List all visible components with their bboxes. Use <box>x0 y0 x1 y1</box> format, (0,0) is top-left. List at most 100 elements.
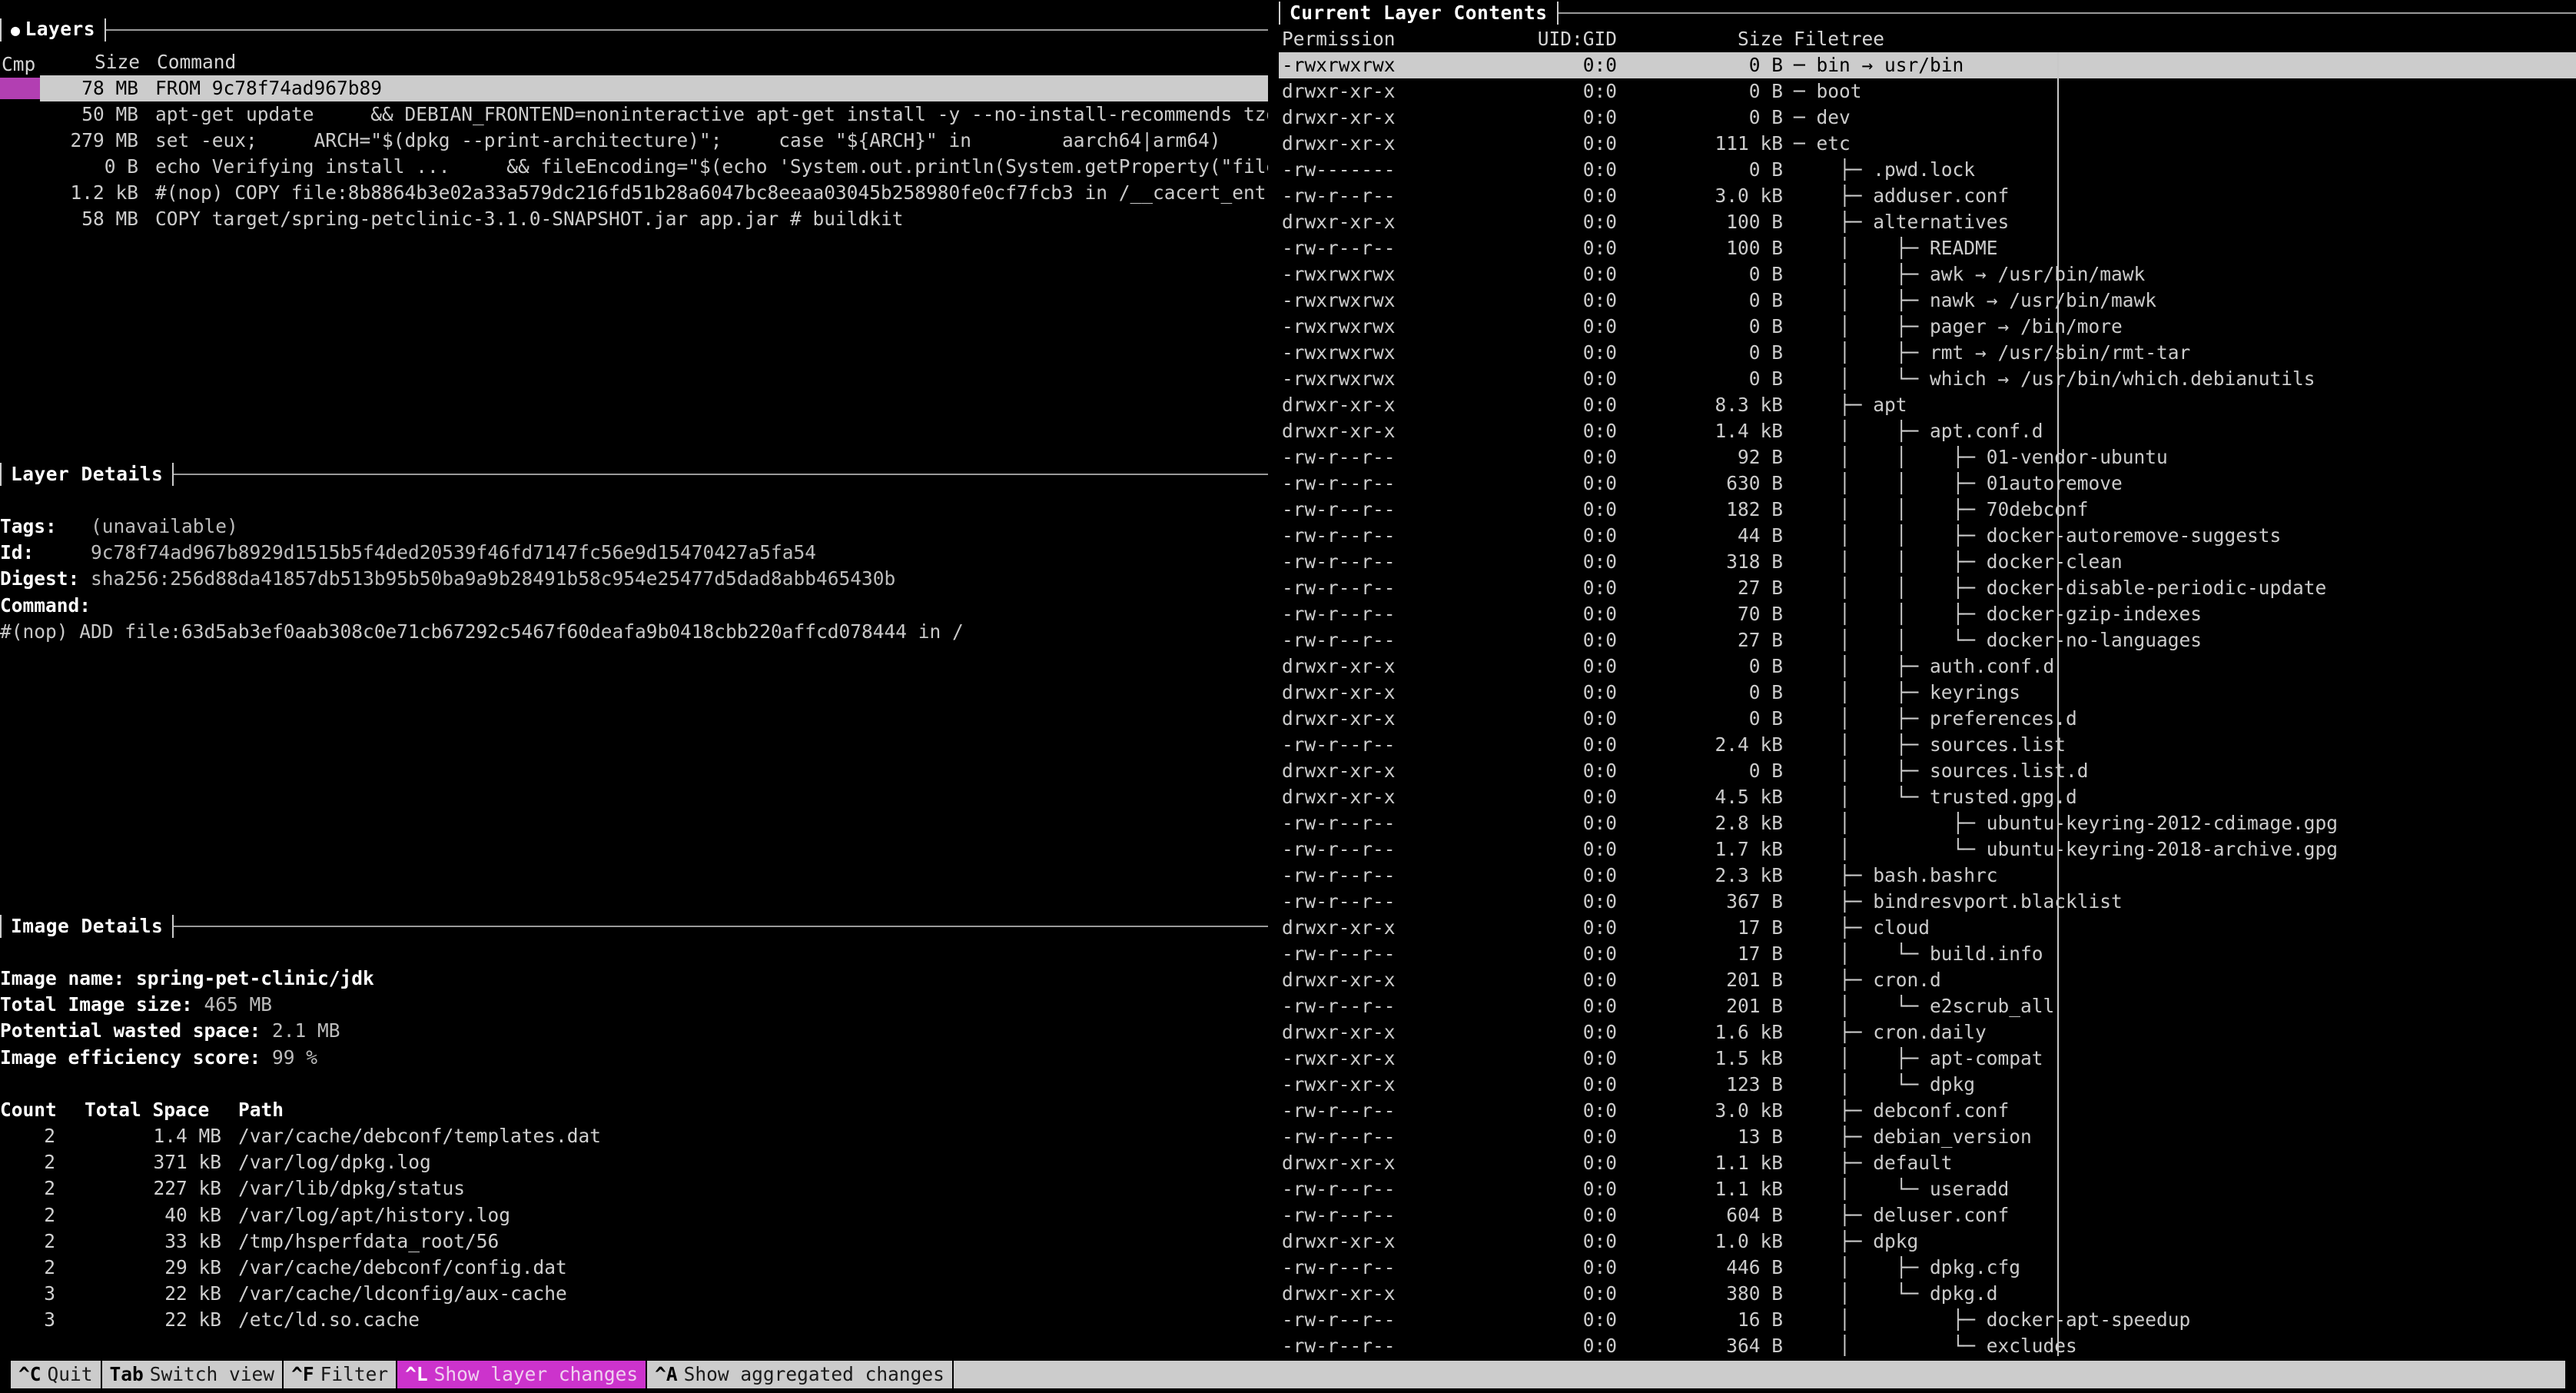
file-tree-entry: ├─ bindresvport.blacklist <box>1794 889 2123 913</box>
footer-key-filter[interactable]: ^F Filter <box>284 1361 397 1388</box>
filetree-row[interactable]: -rwxrwxrwx 0:0 0 B ─ bin → usr/bin <box>1279 52 2576 79</box>
footer-key-quit[interactable]: ^C Quit <box>11 1361 101 1388</box>
waste-path: /var/lib/dpkg/status <box>238 1177 466 1200</box>
file-uid-gid: 0:0 <box>1582 863 1617 886</box>
filetree-panel-header: Current Layer Contents <box>1279 0 2576 26</box>
layer-row[interactable]: 58 MB COPY target/spring-petclinic-3.1.0-… <box>0 206 1268 232</box>
filetree-row[interactable]: -rw-r--r-- 0:0 182 B │ │ ├─ 70debconf <box>1279 497 2576 523</box>
file-permission: -rw-r--r-- <box>1282 184 1396 207</box>
file-tree-entry: │ │ ├─ 70debconf <box>1794 497 2089 520</box>
layers-list[interactable]: 78 MB FROM 9c78f74ad967b89 50 MB apt-get up… <box>0 75 1268 232</box>
filetree-row[interactable]: -rwxrwxrwx 0:0 0 B │ ├─ awk → /usr/bin/maw… <box>1279 261 2576 288</box>
layer-details-header: Layer Details <box>0 461 1268 487</box>
footer-key-show-aggregated-changes[interactable]: ^A Show aggregated changes <box>647 1361 952 1388</box>
filetree-row[interactable]: drwxr-xr-x 0:0 17 B ├─ cloud <box>1279 915 2576 941</box>
filetree-row[interactable]: -rw-r--r-- 0:0 27 B │ │ ├─ docker-disable-… <box>1279 575 2576 601</box>
filetree-row[interactable]: -rw-r--r-- 0:0 44 B │ │ ├─ docker-autoremo… <box>1279 523 2576 549</box>
file-uid-gid: 0:0 <box>1582 367 1617 390</box>
file-tree-entry: │ └─ excludes <box>1794 1334 2077 1357</box>
footer-key-chord: ^L <box>405 1362 428 1385</box>
file-tree-entry: ├─ deluser.conf <box>1794 1203 2010 1226</box>
filetree-row[interactable]: drwxr-xr-x 0:0 111 kB ─ etc <box>1279 131 2576 157</box>
file-uid-gid: 0:0 <box>1582 524 1617 547</box>
file-tree-entry: │ ├─ keyrings <box>1794 680 2021 703</box>
file-uid-gid: 0:0 <box>1582 1099 1617 1122</box>
filetree-row[interactable]: -rw-r--r-- 0:0 364 B │ └─ excludes <box>1279 1333 2576 1359</box>
filetree-row[interactable]: -rwxrwxrwx 0:0 0 B │ ├─ pager → /bin/more <box>1279 314 2576 340</box>
file-size: 0 B <box>1748 288 1783 311</box>
filetree-row[interactable]: drwxr-xr-x 0:0 380 B │ └─ dpkg.d <box>1279 1281 2576 1307</box>
waste-total-space: 40 kB <box>164 1203 221 1226</box>
file-permission: drwxr-xr-x <box>1282 916 1396 939</box>
filetree-row[interactable]: -rw-r--r-- 0:0 1.1 kB │ └─ useradd <box>1279 1176 2576 1202</box>
filetree-row[interactable]: -rw-r--r-- 0:0 630 B │ │ ├─ 01autoremove <box>1279 470 2576 497</box>
filetree-row[interactable]: -rwxr-xr-x 0:0 1.5 kB │ ├─ apt-compat <box>1279 1046 2576 1072</box>
filetree-row[interactable]: drwxr-xr-x 0:0 0 B │ ├─ auth.conf.d <box>1279 653 2576 680</box>
filetree-row[interactable]: -rw-r--r-- 0:0 92 B │ │ ├─ 01-vendor-ubunt… <box>1279 444 2576 470</box>
layer-size: 78 MB <box>40 75 155 102</box>
layer-row[interactable]: 279 MB set -eux; ARCH="$(dpkg --print-arc… <box>0 128 1268 154</box>
layer-row[interactable]: 0 B echo Verifying install ... && fileEnc… <box>0 154 1268 180</box>
layers-col-cmp: Cmp <box>2 53 36 75</box>
filetree-row[interactable]: -rw-r--r-- 0:0 1.7 kB │ └─ ubuntu-keyring-… <box>1279 836 2576 863</box>
filetree-row[interactable]: -rw-r--r-- 0:0 2.3 kB ├─ bash.bashrc <box>1279 863 2576 889</box>
filetree-row[interactable]: -rw-r--r-- 0:0 100 B │ ├─ README <box>1279 235 2576 261</box>
filetree-row[interactable]: -rwxrwxrwx 0:0 0 B │ ├─ rmt → /usr/sbin/rm… <box>1279 340 2576 366</box>
filetree-row[interactable]: -rw-r--r-- 0:0 318 B │ │ ├─ docker-clean <box>1279 549 2576 575</box>
layer-command: echo Verifying install ... && fileEncodi… <box>155 155 1268 178</box>
filetree-row[interactable]: drwxr-xr-x 0:0 0 B ─ dev <box>1279 105 2576 131</box>
filetree-row[interactable]: -rw-r--r-- 0:0 16 B │ ├─ docker-apt-speedu… <box>1279 1307 2576 1333</box>
image-efficiency-value: 99 % <box>272 1046 318 1069</box>
filetree-row[interactable]: drwxr-xr-x 0:0 201 B ├─ cron.d <box>1279 967 2576 993</box>
layer-row[interactable]: 1.2 kB #(nop) COPY file:8b8864b3e02a33a57… <box>0 180 1268 206</box>
filetree-row[interactable]: drwxr-xr-x 0:0 4.5 kB │ └─ trusted.gpg.d <box>1279 784 2576 810</box>
layer-row[interactable]: 78 MB FROM 9c78f74ad967b89 <box>0 75 1268 102</box>
filetree-row[interactable]: -rw-r--r-- 0:0 201 B │ └─ e2scrub_all <box>1279 993 2576 1019</box>
filetree-row[interactable]: -rw-r--r-- 0:0 13 B ├─ debian_version <box>1279 1124 2576 1150</box>
filetree-row[interactable]: -rw-r--r-- 0:0 367 B ├─ bindresvport.black… <box>1279 889 2576 915</box>
filetree-row[interactable]: -rw-r--r-- 0:0 17 B │ └─ build.info <box>1279 941 2576 967</box>
filetree-row[interactable]: -rw-r--r-- 0:0 27 B │ │ └─ docker-no-langu… <box>1279 627 2576 653</box>
filetree-row[interactable]: -rwxrwxrwx 0:0 0 B │ ├─ nawk → /usr/bin/ma… <box>1279 288 2576 314</box>
footer-key-switch-view[interactable]: Tab Switch view <box>101 1361 283 1388</box>
filetree-row[interactable]: -rw-r--r-- 0:0 446 B │ ├─ dpkg.cfg <box>1279 1255 2576 1281</box>
file-permission: -rwxrwxrwx <box>1282 314 1396 337</box>
file-uid-gid: 0:0 <box>1582 968 1617 991</box>
file-uid-gid: 0:0 <box>1582 341 1617 364</box>
filetree-row[interactable]: drwxr-xr-x 0:0 1.6 kB ├─ cron.daily <box>1279 1019 2576 1046</box>
filetree-row[interactable]: drwxr-xr-x 0:0 0 B │ ├─ keyrings <box>1279 680 2576 706</box>
filetree-row[interactable]: drwxr-xr-x 0:0 1.4 kB │ ├─ apt.conf.d <box>1279 418 2576 444</box>
filetree-row[interactable]: -rwxr-xr-x 0:0 123 B │ └─ dpkg <box>1279 1072 2576 1098</box>
filetree-row[interactable]: -rwxrwxrwx 0:0 0 B │ └─ which → /usr/bin/w… <box>1279 366 2576 392</box>
filetree-row[interactable]: drwxr-xr-x 0:0 1.0 kB ├─ dpkg <box>1279 1228 2576 1255</box>
layer-row[interactable]: 50 MB apt-get update && DEBIAN_FRONTEND=n… <box>0 101 1268 128</box>
filetree-row[interactable]: -rw-r--r-- 0:0 604 B ├─ deluser.conf <box>1279 1202 2576 1228</box>
file-size: 0 B <box>1748 79 1783 102</box>
layer-command: COPY target/spring-petclinic-3.1.0-SNAPS… <box>155 207 904 230</box>
filetree-row[interactable]: -rw-r--r-- 0:0 3.0 kB ├─ debconf.conf <box>1279 1098 2576 1124</box>
file-permission: -rw-r--r-- <box>1282 837 1396 860</box>
filetree-row[interactable]: drwxr-xr-x 0:0 0 B │ ├─ preferences.d <box>1279 706 2576 732</box>
filetree-row[interactable]: -rw-r--r-- 0:0 2.4 kB │ ├─ sources.list <box>1279 732 2576 758</box>
footer-key-chord: Tab <box>109 1362 144 1385</box>
file-tree-entry: │ │ ├─ 01autoremove <box>1794 471 2123 494</box>
filetree-row[interactable]: drwxr-xr-x 0:0 100 B ├─ alternatives <box>1279 209 2576 235</box>
filetree-panel-title: Current Layer Contents <box>1290 1 1548 24</box>
filetree-row[interactable]: -rw-r--r-- 0:0 70 B │ │ ├─ docker-gzip-ind… <box>1279 601 2576 627</box>
footer-key-show-layer-changes[interactable]: ^L Show layer changes <box>397 1361 646 1388</box>
filetree-row[interactable]: drwxr-xr-x 0:0 1.1 kB ├─ default <box>1279 1150 2576 1176</box>
filetree-row[interactable]: drwxr-xr-x 0:0 0 B ─ boot <box>1279 78 2576 105</box>
filetree-row[interactable]: drwxr-xr-x 0:0 8.3 kB ├─ apt <box>1279 392 2576 418</box>
file-permission: -rwxrwxrwx <box>1279 52 1471 79</box>
filetree-list[interactable]: -rwxrwxrwx 0:0 0 B ─ bin → usr/bin drwxr-xr-… <box>1279 52 2576 1359</box>
file-permission: drwxr-xr-x <box>1282 706 1396 730</box>
file-size: 17 B <box>1737 916 1783 939</box>
filetree-row[interactable]: -rw-r--r-- 0:0 2.8 kB │ ├─ ubuntu-keyring-… <box>1279 810 2576 836</box>
filetree-row[interactable]: drwxr-xr-x 0:0 0 B │ ├─ sources.list.d <box>1279 758 2576 784</box>
filetree-row[interactable]: -rw------- 0:0 0 B ├─ .pwd.lock <box>1279 157 2576 183</box>
file-uid-gid: 0:0 <box>1582 1308 1617 1331</box>
file-permission: -rw-r--r-- <box>1282 863 1396 886</box>
filetree-row[interactable]: -rw-r--r-- 0:0 3.0 kB ├─ adduser.conf <box>1279 183 2576 209</box>
layer-command: FROM 9c78f74ad967b89 <box>155 75 1268 102</box>
file-tree-entry: ├─ cloud <box>1794 916 1930 939</box>
